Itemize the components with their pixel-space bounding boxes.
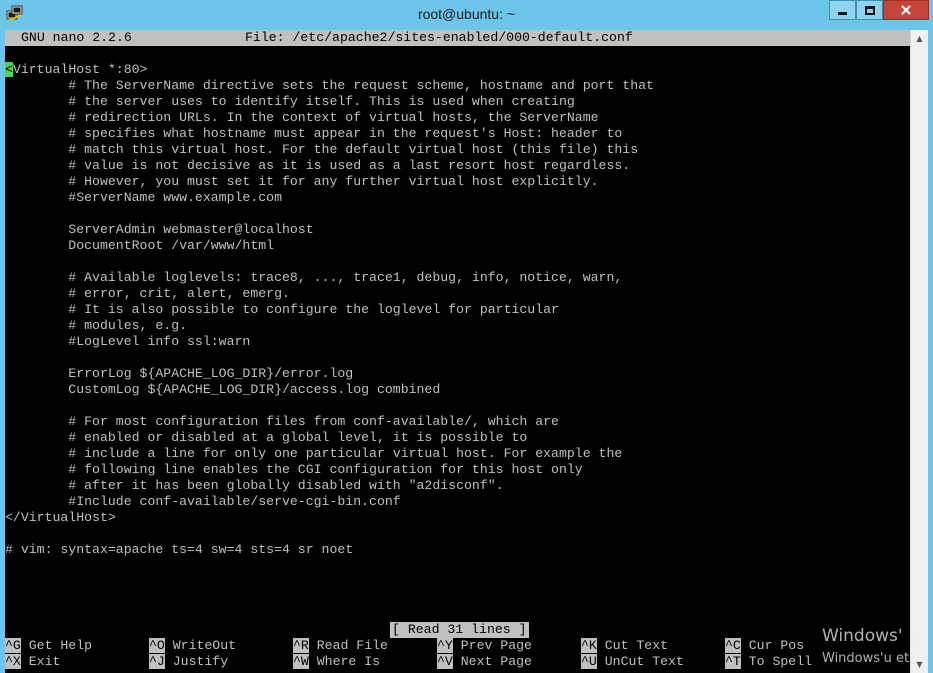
editor-line[interactable]: # Available loglevels: trace8, ..., trac… <box>5 270 910 286</box>
shortcut-label: Read File <box>308 638 388 653</box>
editor-line[interactable]: # value is not decisive as it is used as… <box>5 158 910 174</box>
shortcut-label: Where Is <box>308 654 381 669</box>
shortcut-label: Prev Page <box>452 638 532 653</box>
editor-line[interactable] <box>5 350 910 366</box>
shortcut-key: ^K <box>581 638 597 653</box>
scroll-up-arrow-icon[interactable]: ▲ <box>911 30 928 47</box>
editor-line[interactable]: #LogLevel info ssl:warn <box>5 334 910 350</box>
editor-line[interactable]: # include a line for only one particular… <box>5 446 910 462</box>
nano-status-message: [ Read 31 lines ] <box>390 622 529 638</box>
shortcut-key: ^X <box>5 654 21 669</box>
text-cursor: < <box>5 62 13 77</box>
maximize-icon <box>864 5 875 15</box>
editor-line[interactable] <box>5 46 910 62</box>
close-icon <box>901 5 911 15</box>
editor-line[interactable]: #ServerName www.example.com <box>5 190 910 206</box>
nano-version: GNU nano 2.2.6 <box>21 30 132 45</box>
shortcut-label: To Spell <box>740 654 813 669</box>
editor-line[interactable]: #Include conf-available/serve-cgi-bin.co… <box>5 494 910 510</box>
shortcut-key: ^T <box>725 654 741 669</box>
nano-shortcut[interactable]: ^O WriteOut <box>149 638 236 654</box>
editor-line[interactable]: # redirection URLs. In the context of vi… <box>5 110 910 126</box>
scroll-down-arrow-icon[interactable]: ▼ <box>911 656 928 673</box>
window-titlebar[interactable]: root@ubuntu: ~ <box>0 0 933 30</box>
shortcut-key: ^G <box>5 638 21 653</box>
shortcut-key: ^U <box>581 654 597 669</box>
editor-line[interactable]: # specifies what hostname must appear in… <box>5 126 910 142</box>
editor-line[interactable]: # However, you must set it for any furth… <box>5 174 910 190</box>
nano-shortcut[interactable]: ^Y Prev Page <box>437 638 532 654</box>
nano-shortcut[interactable]: ^C Cur Pos <box>725 638 804 654</box>
editor-line[interactable]: DocumentRoot /var/www/html <box>5 238 910 254</box>
nano-shortcut[interactable]: ^U UnCut Text <box>581 654 684 670</box>
editor-line[interactable]: # the server uses to identify itself. Th… <box>5 94 910 110</box>
editor-line[interactable] <box>5 526 910 542</box>
close-button[interactable] <box>883 0 929 20</box>
shortcut-label: Get Help <box>20 638 93 653</box>
shortcut-key: ^R <box>293 638 309 653</box>
shortcut-label: UnCut Text <box>596 654 684 669</box>
shortcut-key: ^Y <box>437 638 453 653</box>
nano-shortcut[interactable]: ^W Where Is <box>293 654 380 670</box>
shortcut-key: ^O <box>149 638 165 653</box>
editor-line[interactable]: # It is also possible to configure the l… <box>5 302 910 318</box>
editor-line-text: VirtualHost *:80> <box>12 62 148 77</box>
shortcut-label: Exit <box>20 654 61 669</box>
shortcut-label: Next Page <box>452 654 532 669</box>
shortcut-key: ^C <box>725 638 741 653</box>
nano-shortcut[interactable]: ^R Read File <box>293 638 388 654</box>
minimize-icon <box>838 11 847 15</box>
nano-header-bar: GNU nano 2.2.6 File: /etc/apache2/sites-… <box>5 30 910 46</box>
shortcut-label: Cut Text <box>596 638 669 653</box>
nano-shortcut[interactable]: ^K Cut Text <box>581 638 668 654</box>
nano-shortcut[interactable]: ^J Justify <box>149 654 228 670</box>
editor-line[interactable]: ServerAdmin webmaster@localhost <box>5 222 910 238</box>
minimize-button[interactable] <box>829 0 856 20</box>
editor-line[interactable]: # vim: syntax=apache ts=4 sw=4 sts=4 sr … <box>5 542 910 558</box>
nano-shortcut[interactable]: ^V Next Page <box>437 654 532 670</box>
shortcut-label: WriteOut <box>164 638 237 653</box>
editor-line[interactable] <box>5 254 910 270</box>
shortcut-label: Justify <box>164 654 229 669</box>
window-title: root@ubuntu: ~ <box>417 6 516 22</box>
vertical-scrollbar[interactable]: ▲ ▼ <box>910 30 928 673</box>
nano-shortcut[interactable]: ^X Exit <box>5 654 60 670</box>
terminal-screen[interactable]: GNU nano 2.2.6 File: /etc/apache2/sites-… <box>5 30 910 673</box>
editor-line[interactable]: # after it has been globally disabled wi… <box>5 478 910 494</box>
editor-line[interactable]: </VirtualHost> <box>5 510 910 526</box>
editor-line[interactable] <box>5 206 910 222</box>
editor-line[interactable]: ErrorLog ${APACHE_LOG_DIR}/error.log <box>5 366 910 382</box>
editor-line[interactable]: # For most configuration files from conf… <box>5 414 910 430</box>
nano-shortcut[interactable]: ^T To Spell <box>725 654 812 670</box>
shortcut-key: ^V <box>437 654 453 669</box>
editor-line[interactable]: # match this virtual host. For the defau… <box>5 142 910 158</box>
shortcut-key: ^W <box>293 654 309 669</box>
editor-line[interactable]: # following line enables the CGI configu… <box>5 462 910 478</box>
editor-line[interactable]: CustomLog ${APACHE_LOG_DIR}/access.log c… <box>5 382 910 398</box>
nano-file-name: File: /etc/apache2/sites-enabled/000-def… <box>245 30 633 45</box>
nano-shortcut[interactable]: ^G Get Help <box>5 638 92 654</box>
editor-line[interactable]: # modules, e.g. <box>5 318 910 334</box>
editor-line[interactable]: # error, crit, alert, emerg. <box>5 286 910 302</box>
editor-line[interactable]: # The ServerName directive sets the requ… <box>5 78 910 94</box>
shortcut-key: ^J <box>149 654 165 669</box>
shortcut-label: Cur Pos <box>740 638 805 653</box>
editor-line[interactable] <box>5 398 910 414</box>
editor-line[interactable]: <VirtualHost *:80> <box>5 62 910 78</box>
editor-line[interactable]: # enabled or disabled at a global level,… <box>5 430 910 446</box>
maximize-button[interactable] <box>856 0 883 20</box>
